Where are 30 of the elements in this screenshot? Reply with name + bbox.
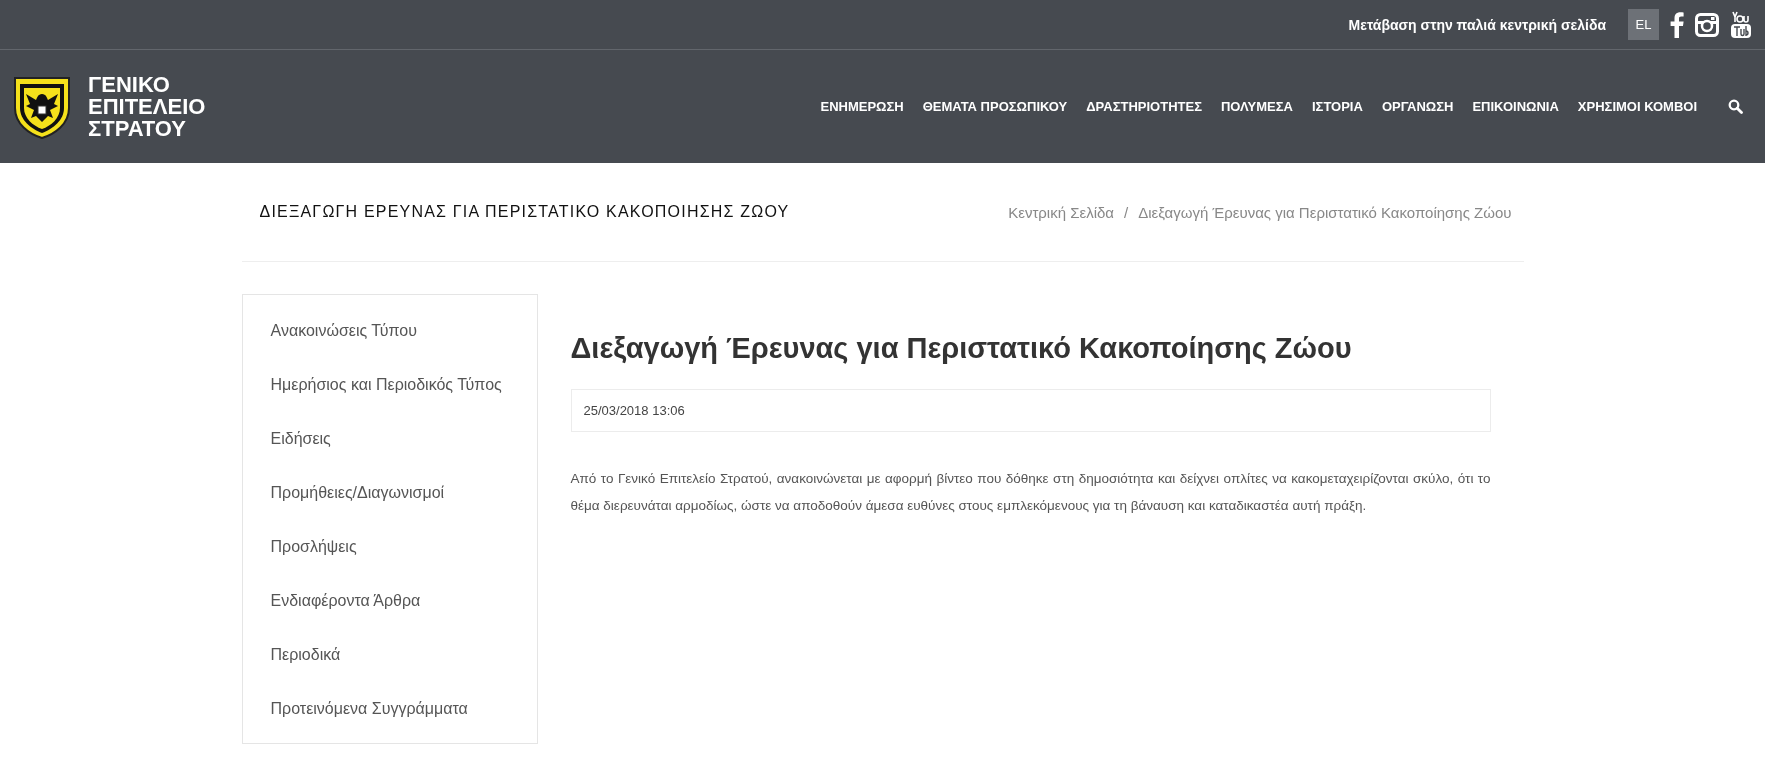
youtube-icon[interactable]: [1729, 10, 1753, 39]
nav-menu-item[interactable]: ΘΕΜΑΤΑ ΠΡΟΣΩΠΙΚΟΥ: [922, 99, 1068, 114]
nav-menu-item[interactable]: ΟΡΓΑΝΩΣΗ: [1381, 99, 1454, 114]
nav-menu-item[interactable]: ΠΟΛΥΜΕΣΑ: [1220, 99, 1293, 114]
sidebar-menu-item[interactable]: Ειδήσεις: [242, 411, 537, 465]
nav-menu-item[interactable]: ΔΡΑΣΤΗΡΙΟΤΗΤΕΣ: [1086, 99, 1202, 114]
nav-menu-item[interactable]: ΕΠΙΚΟΙΝΩΝΙΑ: [1472, 99, 1559, 114]
article-title: Διεξαγωγή Έρευνας για Περιστατικό Κακοποίησης Ζώου: [570, 332, 1353, 365]
instagram-icon[interactable]: [1695, 12, 1719, 37]
logo-text[interactable]: ΓΕΝΙΚΟ ΕΠΙΤΕΛΕΙΟ ΣΤΡΑΤΟΥ: [88, 73, 206, 140]
search-icon[interactable]: [1728, 99, 1743, 114]
article-date: 25/03/2018 13:06: [570, 389, 1491, 432]
article-body: Από το Γενικό Επιτελείο Στρατού, ανακοινώνεται με αφορμή βίντεο που δόθηκε στη δημοσιότητα και δείχνει οπλίτες να κακομεταχειρίζονται σκύλο, ότι το θέμα διερευνάται αρμοδίως, ώστε να αποδοθούν άμεσα ευθύνες στους εμπλεκόμενους για τη βάναυση και καταδικαστέα αυτή πράξη.: [570, 470, 1491, 515]
old-homepage-link[interactable]: Μετάβαση στην παλιά κεντρική σελίδα: [1348, 16, 1606, 33]
sidebar-menu-item[interactable]: Προμήθειες/Διαγωνισμοί: [242, 465, 537, 519]
nav-menu-item[interactable]: ΙΣΤΟΡΙΑ: [1311, 99, 1363, 114]
sidebar-menu-item[interactable]: Προσλήψεις: [242, 519, 537, 573]
page-title: ΔΙΕΞΑΓΩΓΗ ΕΡΕΥΝΑΣ ΓΙΑ ΠΕΡΙΣΤΑΤΙΚΟ ΚΑΚΟΠΟΙΗΣΗΣ ΖΩΟΥ: [259, 203, 790, 221]
nav-menu-item[interactable]: ΕΝΗΜΕΡΩΣΗ: [820, 99, 904, 114]
sidebar-menu-item[interactable]: Ενδιαφέροντα Άρθρα: [242, 573, 537, 627]
breadcrumb-link[interactable]: Διεξαγωγή Έρευνας για Περιστατικό Κακοποίησης Ζώου: [1138, 203, 1512, 221]
breadcrumb-link[interactable]: Κεντρική Σελίδα: [1008, 203, 1115, 221]
sidebar-menu-item[interactable]: Ανακοινώσεις Τύπου: [242, 303, 537, 357]
sidebar-menu-item[interactable]: Περιοδικά: [242, 627, 537, 681]
facebook-icon[interactable]: [1669, 11, 1685, 38]
language-button[interactable]: EL: [1628, 9, 1659, 40]
sidebar-menu-item[interactable]: Προτεινόμενα Συγγράμματα: [242, 681, 537, 735]
nav-menu-item[interactable]: ΧΡΗΣΙΜΟΙ ΚΟΜΒΟΙ: [1577, 99, 1697, 114]
breadcrumb-separator: /: [1124, 203, 1129, 221]
sidebar-menu-item[interactable]: Ημερήσιος και Περιοδικός Τύπος: [242, 357, 537, 411]
